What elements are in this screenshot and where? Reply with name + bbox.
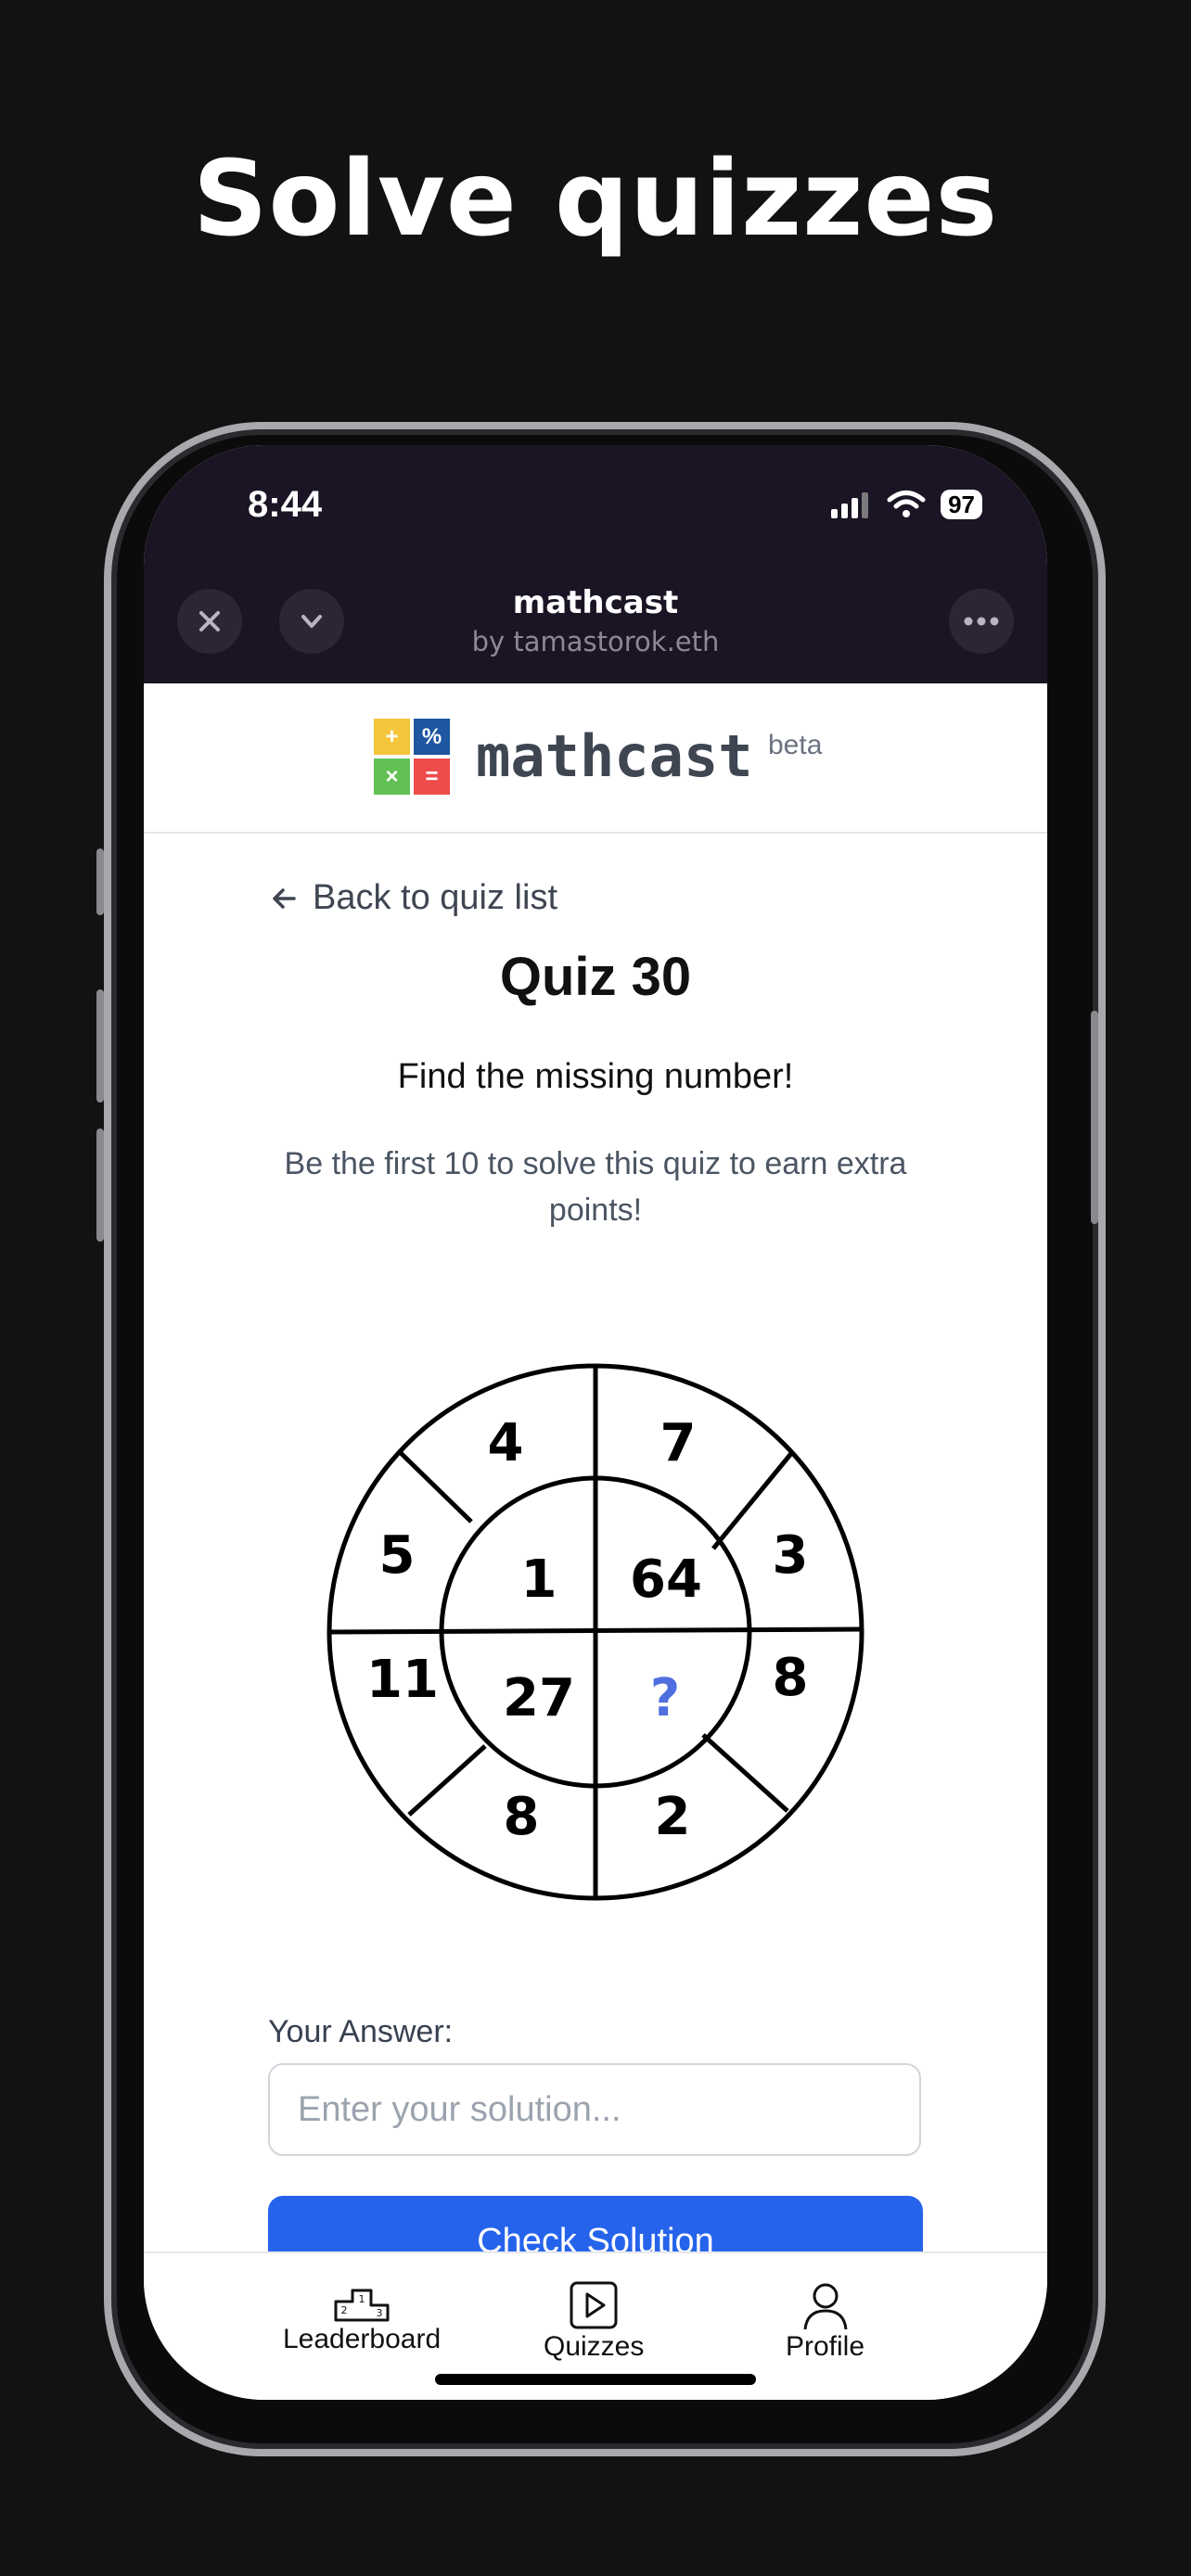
svg-text:1: 1 [359, 2293, 365, 2305]
outer-number: 7 [660, 1413, 697, 1473]
outer-number: 5 [379, 1525, 416, 1586]
inner-number: 64 [630, 1549, 702, 1610]
quiz-subprompt: Be the first 10 to solve this quiz to ea… [284, 1146, 907, 1228]
logo-times-cell: × [374, 759, 410, 795]
outer-number: 11 [366, 1650, 439, 1710]
outer-number: 8 [773, 1648, 809, 1708]
volume-up-button [96, 989, 104, 1103]
outer-number: 2 [655, 1787, 691, 1847]
silent-switch [96, 848, 104, 915]
svg-text:2: 2 [341, 2304, 348, 2316]
logo-percent-cell: % [414, 719, 450, 755]
outer-number: 3 [773, 1525, 809, 1586]
circle-number-puzzle: 4 7 5 3 11 8 8 2 1 64 27 ? [327, 1363, 864, 1901]
play-square-icon [570, 2281, 618, 2329]
site-header: + % × = mathcast beta [144, 683, 1047, 834]
answer-label: Your Answer: [268, 2014, 454, 2049]
home-indicator[interactable] [435, 2374, 756, 2385]
signal-icon [831, 492, 869, 518]
promo-headline: Solve quizzes [192, 139, 999, 260]
mathcast-logo[interactable]: + % × = [374, 719, 450, 795]
quiz-prompt: Find the missing number! [397, 1057, 794, 1096]
miniapp-title: mathcast [512, 584, 679, 621]
missing-number: ? [650, 1668, 680, 1728]
nav-leaderboard[interactable]: 2 1 3 Leaderboard [283, 2279, 441, 2355]
status-time: 8:44 [248, 484, 323, 525]
back-link-label: Back to quiz list [313, 878, 557, 917]
nav-label: Leaderboard [283, 2324, 442, 2354]
nav-quizzes[interactable]: Quizzes [544, 2279, 644, 2363]
back-to-quiz-list-link[interactable]: Back to quiz list [268, 878, 557, 918]
beta-badge: beta [768, 730, 823, 760]
answer-input[interactable] [268, 2063, 921, 2156]
volume-down-button [96, 1129, 104, 1242]
quiz-title: Quiz 30 [499, 947, 692, 1007]
miniapp-subtitle: by tamastorok.eth [471, 626, 720, 657]
brand-name[interactable]: mathcast [476, 722, 753, 790]
logo-plus-cell: + [374, 719, 410, 755]
logo-equals-cell: = [414, 759, 450, 795]
outer-number: 4 [488, 1413, 524, 1473]
nav-profile[interactable]: Profile [786, 2279, 864, 2363]
status-icons: 97 [829, 490, 982, 519]
more-icon [964, 617, 999, 626]
arrow-left-icon [273, 887, 296, 909]
inner-number: 1 [521, 1549, 557, 1610]
battery-indicator: 97 [941, 490, 982, 519]
phone-screen: 8:44 97 mathcast by tamastorok.eth + % ×… [144, 445, 1047, 2400]
outer-number: 8 [504, 1787, 540, 1847]
power-button [1091, 1011, 1098, 1224]
inner-number: 27 [503, 1668, 575, 1728]
nav-label: Profile [786, 2331, 865, 2362]
more-options-button[interactable] [949, 589, 1014, 654]
nav-label: Quizzes [544, 2331, 645, 2362]
user-icon [803, 2283, 848, 2330]
wifi-icon [887, 491, 926, 517]
svg-text:3: 3 [377, 2307, 383, 2319]
miniapp-topbar: 8:44 97 mathcast by tamastorok.eth [144, 445, 1047, 683]
podium-icon: 2 1 3 [334, 2289, 390, 2322]
